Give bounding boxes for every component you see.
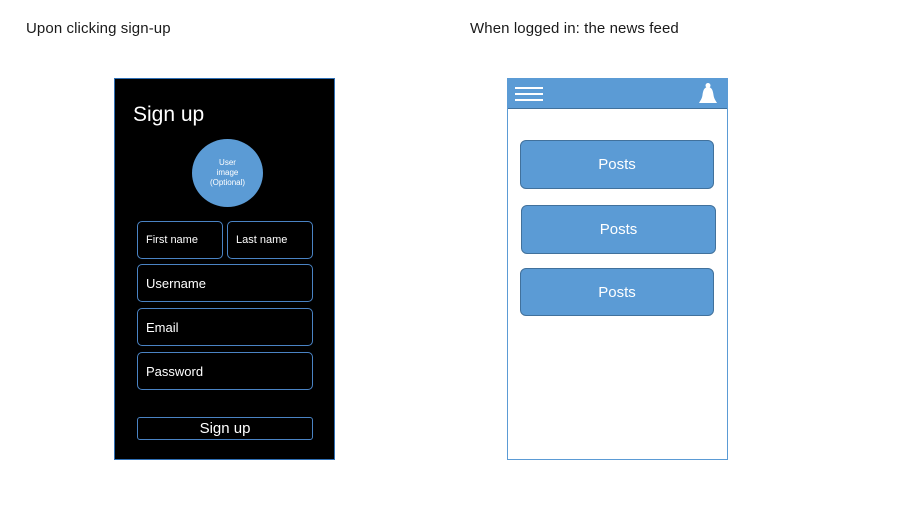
feed-header	[508, 79, 727, 109]
signup-caption: Upon clicking sign-up	[26, 20, 171, 37]
first-name-field[interactable]: First name	[137, 221, 223, 259]
signup-screen: Sign up User image (Optional) First name…	[114, 78, 335, 460]
post-card[interactable]: Posts	[520, 140, 714, 189]
diagram-canvas: Upon clicking sign-up When logged in: th…	[0, 0, 910, 512]
signup-title: Sign up	[133, 103, 205, 126]
user-image-label: User image (Optional)	[198, 158, 258, 188]
news-feed-screen: Posts Posts Posts	[507, 78, 728, 460]
post-card[interactable]: Posts	[520, 268, 714, 316]
user-image-line: User	[219, 158, 236, 167]
email-field[interactable]: Email	[137, 308, 313, 346]
user-image-line: (Optional)	[209, 178, 246, 187]
menu-icon[interactable]	[515, 86, 543, 102]
user-image-line: image	[216, 168, 239, 177]
post-card[interactable]: Posts	[521, 205, 716, 254]
feed-caption: When logged in: the news feed	[470, 20, 679, 37]
password-field[interactable]: Password	[137, 352, 313, 390]
last-name-field[interactable]: Last name	[227, 221, 313, 259]
username-field[interactable]: Username	[137, 264, 313, 302]
bell-icon[interactable]	[697, 82, 719, 106]
signup-button[interactable]: Sign up	[137, 417, 313, 440]
user-image-placeholder[interactable]: User image (Optional)	[192, 139, 263, 207]
